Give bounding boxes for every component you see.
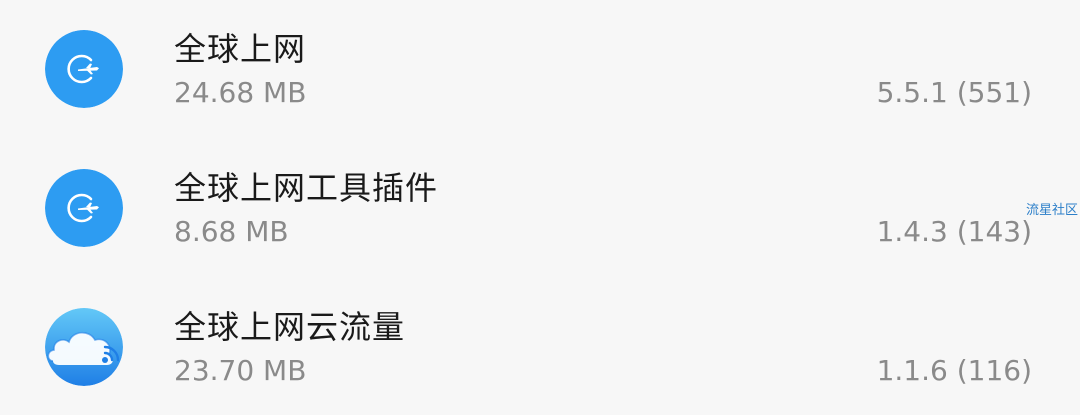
app-list: 全球上网 24.68 MB 5.5.1 (551) 全球上网工具插件 8.68 … <box>0 0 1080 415</box>
app-size: 8.68 MB <box>174 215 289 248</box>
airplane-globe-icon <box>45 169 123 247</box>
app-name: 全球上网 <box>174 30 307 68</box>
cloud-signal-icon <box>45 308 123 386</box>
watermark-text: 流星社区 <box>1025 203 1078 218</box>
app-row-quanqiu-shangwang-plugin[interactable]: 全球上网工具插件 8.68 MB 1.4.3 (143) <box>0 139 1080 278</box>
airplane-globe-icon <box>45 30 123 108</box>
app-size: 23.70 MB <box>174 354 307 387</box>
app-row-quanqiu-shangwang-cloud[interactable]: 全球上网云流量 23.70 MB 1.1.6 (116) <box>0 278 1080 415</box>
app-row-quanqiu-shangwang[interactable]: 全球上网 24.68 MB 5.5.1 (551) <box>0 0 1080 139</box>
app-version: 5.5.1 (551) <box>876 76 1032 109</box>
app-size: 24.68 MB <box>174 76 307 109</box>
app-version: 1.4.3 (143) <box>876 215 1032 248</box>
app-version: 1.1.6 (116) <box>876 354 1032 387</box>
app-name: 全球上网云流量 <box>174 308 406 346</box>
app-name: 全球上网工具插件 <box>174 169 439 207</box>
